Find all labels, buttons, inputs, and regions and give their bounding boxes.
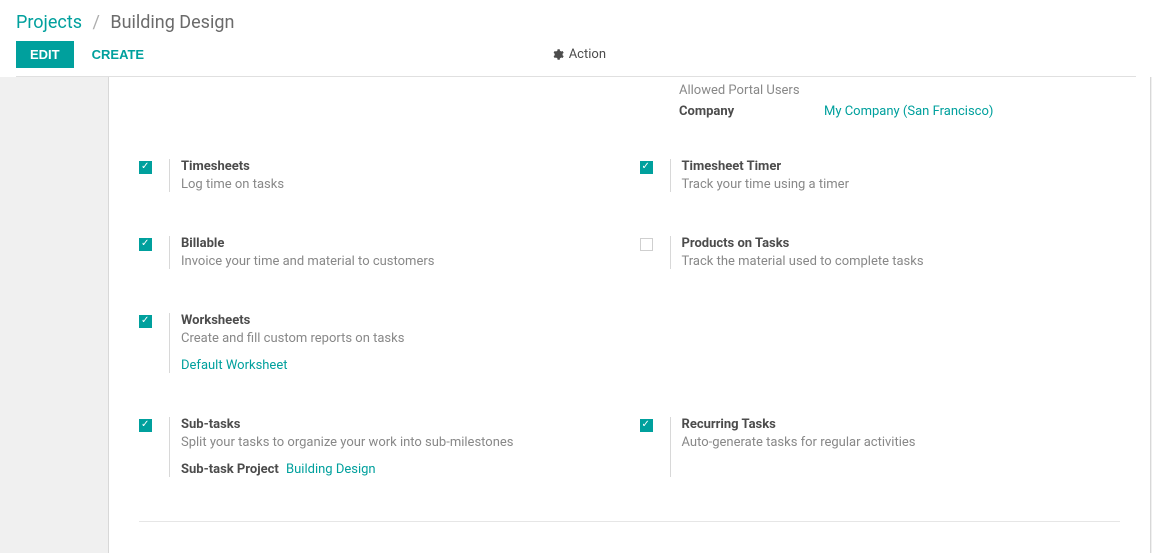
products-on-tasks-desc: Track the material used to complete task… <box>682 254 924 269</box>
gear-icon <box>551 48 564 61</box>
recurring-tasks-checkbox[interactable] <box>640 419 653 432</box>
subtasks-checkbox[interactable] <box>139 419 152 432</box>
company-label: Company <box>679 104 824 119</box>
edit-button[interactable]: EDIT <box>16 41 74 68</box>
company-value[interactable]: My Company (San Francisco) <box>824 104 993 119</box>
products-on-tasks-checkbox[interactable] <box>640 238 653 251</box>
subtask-project-label: Sub-task Project <box>181 462 279 477</box>
form-sheet: Allowed Portal Users Company My Company … <box>108 77 1151 553</box>
action-dropdown[interactable]: Action <box>551 47 606 62</box>
left-gutter <box>0 77 108 553</box>
breadcrumb-root[interactable]: Projects <box>16 12 82 33</box>
products-on-tasks-title: Products on Tasks <box>682 236 924 251</box>
allowed-portal-users-label: Allowed Portal Users <box>679 83 824 98</box>
subtasks-desc: Split your tasks to organize your work i… <box>181 435 513 450</box>
timesheet-timer-desc: Track your time using a timer <box>682 177 849 192</box>
recurring-tasks-title: Recurring Tasks <box>682 417 916 432</box>
recurring-tasks-desc: Auto-generate tasks for regular activiti… <box>682 435 916 450</box>
timesheets-title: Timesheets <box>181 159 284 174</box>
breadcrumb-current: Building Design <box>110 12 234 33</box>
section-divider <box>139 521 1120 522</box>
timesheets-checkbox[interactable] <box>139 161 152 174</box>
action-label: Action <box>569 47 606 62</box>
timesheet-timer-checkbox[interactable] <box>640 161 653 174</box>
subtasks-title: Sub-tasks <box>181 417 513 432</box>
billable-title: Billable <box>181 236 434 251</box>
timesheet-timer-title: Timesheet Timer <box>682 159 849 174</box>
breadcrumb-separator: / <box>92 12 99 33</box>
billable-desc: Invoice your time and material to custom… <box>181 254 434 269</box>
worksheets-checkbox[interactable] <box>139 315 152 328</box>
breadcrumb: Projects / Building Design <box>16 6 1136 33</box>
subtask-project-value[interactable]: Building Design <box>286 462 376 477</box>
create-button[interactable]: CREATE <box>88 41 148 68</box>
worksheets-title: Worksheets <box>181 313 404 328</box>
timesheets-desc: Log time on tasks <box>181 177 284 192</box>
default-worksheet-link[interactable]: Default Worksheet <box>181 358 287 373</box>
billable-checkbox[interactable] <box>139 238 152 251</box>
worksheets-desc: Create and fill custom reports on tasks <box>181 331 404 346</box>
